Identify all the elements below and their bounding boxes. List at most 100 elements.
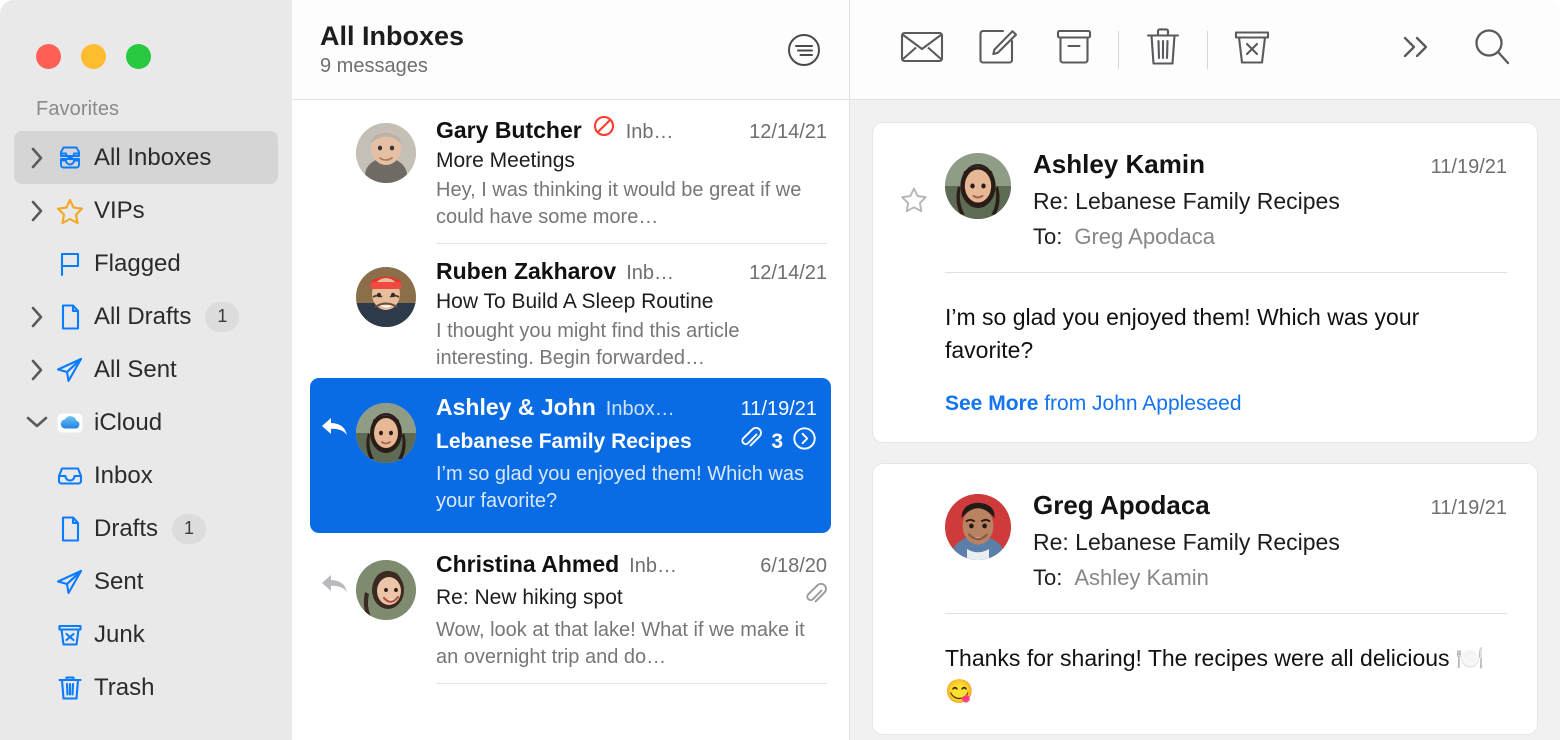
minimize-button[interactable]: [81, 44, 106, 69]
trash-icon: [50, 672, 90, 704]
document-icon: [50, 513, 90, 545]
to-label: To:: [1033, 565, 1062, 591]
sidebar-item-all-inboxes[interactable]: All Inboxes: [14, 131, 278, 184]
message-date: 11/19/21: [1431, 156, 1507, 179]
message-card-header: Greg Apodaca 11/19/21 Re: Lebanese Famil…: [899, 490, 1507, 591]
sidebar-item-icloud[interactable]: iCloud: [14, 396, 278, 449]
message-body: Thanks for sharing! The recipes were all…: [945, 642, 1507, 709]
sidebar-item-label: Flagged: [90, 250, 181, 278]
more-button[interactable]: [1378, 20, 1454, 80]
chevrons-right-icon: [1397, 32, 1435, 67]
chevron-down-icon[interactable]: [24, 415, 50, 430]
mailbox-label: Inb…: [626, 262, 674, 285]
paper-plane-icon: [50, 566, 90, 598]
message-date: 11/19/21: [1431, 497, 1507, 520]
sidebar-item-label: Inbox: [90, 462, 153, 490]
sidebar-item-sent[interactable]: Sent: [14, 555, 278, 608]
message-subject: Lebanese Family Recipes: [436, 430, 692, 454]
compose-button[interactable]: [960, 20, 1036, 80]
avatar-slot: [356, 114, 428, 244]
all-inboxes-tray-icon: [50, 142, 90, 174]
card-divider: [945, 613, 1507, 614]
filter-sort-icon[interactable]: [785, 31, 823, 69]
message-card[interactable]: Greg Apodaca 11/19/21 Re: Lebanese Famil…: [872, 463, 1538, 736]
reply-indicator-slot: [314, 258, 356, 372]
message-meta-line: Gary Butcher Inb… 12/14/21: [436, 114, 827, 144]
mailbox-label: Inb…: [629, 555, 677, 578]
chevron-right-circle-icon[interactable]: [792, 426, 817, 457]
chevron-right-icon[interactable]: [24, 306, 50, 328]
sender-name: Ruben Zakharov: [436, 258, 616, 285]
trash-icon: [1145, 26, 1181, 73]
to-label: To:: [1033, 224, 1062, 250]
to-value: Ashley Kamin: [1074, 565, 1209, 591]
thread-count: 3: [771, 430, 783, 454]
flag-star-button[interactable]: [899, 149, 945, 220]
message-subject-line: More Meetings: [436, 149, 827, 173]
sidebar-item-inbox[interactable]: Inbox: [14, 449, 278, 502]
message-row[interactable]: Ruben Zakharov Inb… 12/14/21 How To Buil…: [292, 244, 849, 372]
junk-bin-icon: [50, 619, 90, 651]
chevron-right-icon[interactable]: [24, 359, 50, 381]
document-icon: [50, 301, 90, 333]
message-card[interactable]: Ashley Kamin 11/19/21 Re: Lebanese Famil…: [872, 122, 1538, 443]
message-subject: Re: Lebanese Family Recipes: [1033, 188, 1507, 215]
junk-bin-icon: [1233, 27, 1271, 72]
conversation-thread[interactable]: Ashley Kamin 11/19/21 Re: Lebanese Famil…: [850, 100, 1560, 740]
message-date: 12/14/21: [749, 262, 827, 285]
avatar-slot: [356, 551, 428, 684]
to-value: Greg Apodaca: [1074, 224, 1215, 250]
avatar: [945, 494, 1011, 560]
row-divider: [436, 683, 827, 684]
sidebar-item-label: Trash: [90, 674, 154, 702]
sidebar-item-label: Drafts: [90, 515, 158, 543]
sidebar-item-vips[interactable]: VIPs: [14, 184, 278, 237]
message-meta-line: Ashley & John Inbox… 11/19/21: [436, 394, 817, 421]
page-title: All Inboxes: [320, 21, 464, 53]
sidebar-item-label: All Inboxes: [90, 144, 211, 172]
chevron-right-icon[interactable]: [24, 200, 50, 222]
search-button[interactable]: [1454, 20, 1530, 80]
see-more-link[interactable]: See More from John Appleseed: [945, 392, 1507, 416]
message-list[interactable]: Gary Butcher Inb… 12/14/21 More Meetings…: [292, 100, 849, 740]
close-button[interactable]: [36, 44, 61, 69]
message-preview: I thought you might find this article in…: [436, 318, 827, 372]
list-header-text: All Inboxes 9 messages: [320, 21, 464, 79]
sender-name: Ashley & John: [436, 394, 596, 421]
reply-indicator: [314, 394, 356, 515]
sidebar-item-all-drafts[interactable]: All Drafts 1: [14, 290, 278, 343]
sidebar-item-trash[interactable]: Trash: [14, 661, 278, 714]
star-icon: [50, 195, 90, 227]
message-subject: Re: New hiking spot: [436, 586, 623, 610]
sidebar-item-label: All Sent: [90, 356, 177, 384]
mail-window: Favorites All Inboxes: [0, 0, 1560, 740]
zoom-button[interactable]: [126, 44, 151, 69]
see-more-label: See More: [945, 392, 1038, 415]
sender-name: Greg Apodaca: [1033, 490, 1210, 521]
recipient-line: To: Ashley Kamin: [1033, 565, 1507, 591]
message-row[interactable]: Christina Ahmed Inb… 6/18/20 Re: New hik…: [292, 533, 849, 684]
message-list-header: All Inboxes 9 messages: [292, 0, 849, 100]
message-subject: Re: Lebanese Family Recipes: [1033, 529, 1507, 556]
icloud-icon: [50, 407, 90, 439]
sidebar-item-flagged[interactable]: Flagged: [14, 237, 278, 290]
sidebar-item-junk[interactable]: Junk: [14, 608, 278, 661]
avatar: [945, 153, 1011, 219]
toolbar-divider: [1207, 31, 1208, 69]
message-subject-line: Lebanese Family Recipes 3: [436, 426, 817, 457]
message-content: Christina Ahmed Inb… 6/18/20 Re: New hik…: [428, 551, 827, 684]
sidebar-item-drafts[interactable]: Drafts 1: [14, 502, 278, 555]
junk-button[interactable]: [1214, 20, 1290, 80]
message-row[interactable]: Gary Butcher Inb… 12/14/21 More Meetings…: [292, 100, 849, 244]
avatar: [356, 123, 416, 183]
compose-pencil-icon: [977, 26, 1019, 73]
delete-button[interactable]: [1125, 20, 1201, 80]
mark-unread-button[interactable]: [884, 20, 960, 80]
chevron-right-icon[interactable]: [24, 147, 50, 169]
message-row-selected[interactable]: Ashley & John Inbox… 11/19/21 Lebanese F…: [310, 378, 831, 533]
sidebar-item-label: iCloud: [90, 409, 162, 437]
archive-button[interactable]: [1036, 20, 1112, 80]
message-preview: Wow, look at that lake! What if we make …: [436, 617, 827, 671]
sidebar-item-all-sent[interactable]: All Sent: [14, 343, 278, 396]
sender-name: Ashley Kamin: [1033, 149, 1205, 180]
